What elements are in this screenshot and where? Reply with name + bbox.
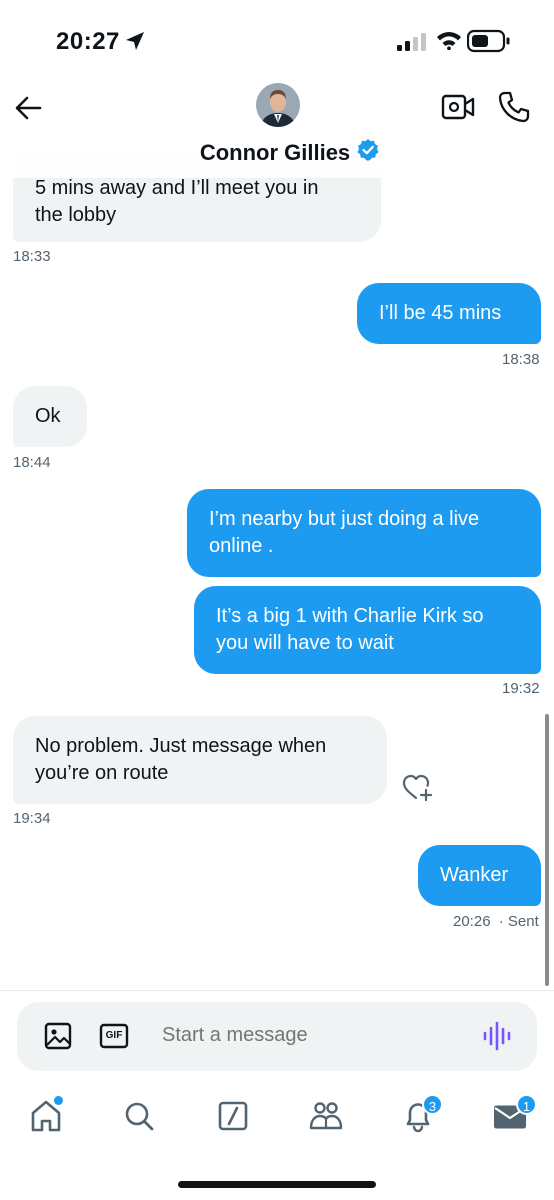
wifi-icon bbox=[436, 30, 462, 55]
message-composer[interactable]: GIF bbox=[17, 1002, 537, 1071]
scrollbar[interactable] bbox=[545, 714, 549, 986]
message-bubble-outgoing[interactable]: I’m nearby but just doing a live online … bbox=[187, 489, 541, 577]
message-text-line: the lobby bbox=[35, 204, 117, 226]
gif-label: GIF bbox=[105, 1030, 123, 1041]
message-bubble-outgoing[interactable]: Wanker bbox=[418, 845, 541, 906]
message-sent-status: · Sent bbox=[498, 913, 539, 930]
message-text-line: I’m nearby but just doing a live bbox=[209, 508, 480, 530]
message-bubble-incoming[interactable]: No problem. Just message when you’re on … bbox=[13, 716, 387, 804]
message-text-line: 5 mins away and I’ll meet you in bbox=[35, 177, 319, 199]
message-bubble-incoming[interactable]: Ok bbox=[13, 386, 87, 447]
communities-icon[interactable] bbox=[306, 1096, 346, 1136]
verified-badge-icon bbox=[356, 138, 380, 168]
grok-icon[interactable] bbox=[213, 1096, 253, 1136]
add-reaction-icon[interactable] bbox=[402, 774, 434, 807]
message-timestamp: 19:32 bbox=[502, 680, 540, 697]
message-time: 20:26 bbox=[453, 913, 491, 930]
gif-icon[interactable]: GIF bbox=[99, 1022, 129, 1050]
messages-badge: 1 bbox=[516, 1094, 537, 1115]
message-text-line: online . bbox=[209, 535, 274, 557]
composer-divider bbox=[0, 990, 554, 991]
message-text-line: you will have to wait bbox=[216, 632, 394, 654]
message-thread[interactable]: 5 mins away and I’ll meet you in the lob… bbox=[0, 80, 554, 990]
message-timestamp: 18:44 bbox=[13, 454, 51, 471]
video-call-icon[interactable] bbox=[441, 92, 475, 122]
home-indicator bbox=[178, 1181, 376, 1188]
message-text-line: No problem. Just message when bbox=[35, 735, 327, 757]
contact-name: Connor Gillies bbox=[199, 140, 351, 165]
message-timestamp: 18:33 bbox=[13, 248, 51, 265]
message-bubble-outgoing[interactable]: I’ll be 45 mins bbox=[357, 283, 541, 344]
message-timestamp: 20:26 · Sent bbox=[453, 913, 539, 930]
conversation-header: Connor Gillies bbox=[0, 80, 554, 178]
contact-avatar[interactable] bbox=[256, 83, 300, 127]
message-text-line: Ok bbox=[35, 405, 61, 427]
status-bar: 20:27 bbox=[0, 0, 554, 80]
message-text-line: Wanker bbox=[440, 864, 509, 886]
location-arrow-icon bbox=[124, 30, 146, 57]
message-text-line: It’s a big 1 with Charlie Kirk so bbox=[216, 605, 484, 627]
voice-message-icon[interactable] bbox=[482, 1020, 512, 1052]
phone-call-icon[interactable] bbox=[497, 90, 531, 124]
home-notification-dot bbox=[54, 1096, 63, 1105]
message-timestamp: 19:34 bbox=[13, 810, 51, 827]
contact-name-row[interactable]: Connor Gillies bbox=[0, 138, 554, 168]
notifications-bell-icon[interactable]: 3 bbox=[398, 1094, 443, 1136]
home-icon[interactable] bbox=[26, 1096, 66, 1136]
notifications-badge: 3 bbox=[422, 1094, 443, 1115]
cellular-signal-icon bbox=[397, 33, 427, 56]
message-text-line: I’ll be 45 mins bbox=[379, 302, 502, 324]
battery-icon bbox=[466, 29, 511, 58]
message-timestamp: 18:38 bbox=[502, 351, 540, 368]
back-arrow-icon[interactable] bbox=[12, 90, 48, 126]
search-icon[interactable] bbox=[119, 1096, 159, 1136]
status-time: 20:27 bbox=[56, 28, 120, 55]
message-input[interactable] bbox=[162, 1024, 462, 1047]
image-icon[interactable] bbox=[43, 1021, 73, 1051]
message-text-line: you’re on route bbox=[35, 762, 169, 784]
message-bubble-outgoing[interactable]: It’s a big 1 with Charlie Kirk so you wi… bbox=[194, 586, 541, 674]
messages-envelope-icon[interactable]: 1 bbox=[490, 1094, 537, 1136]
